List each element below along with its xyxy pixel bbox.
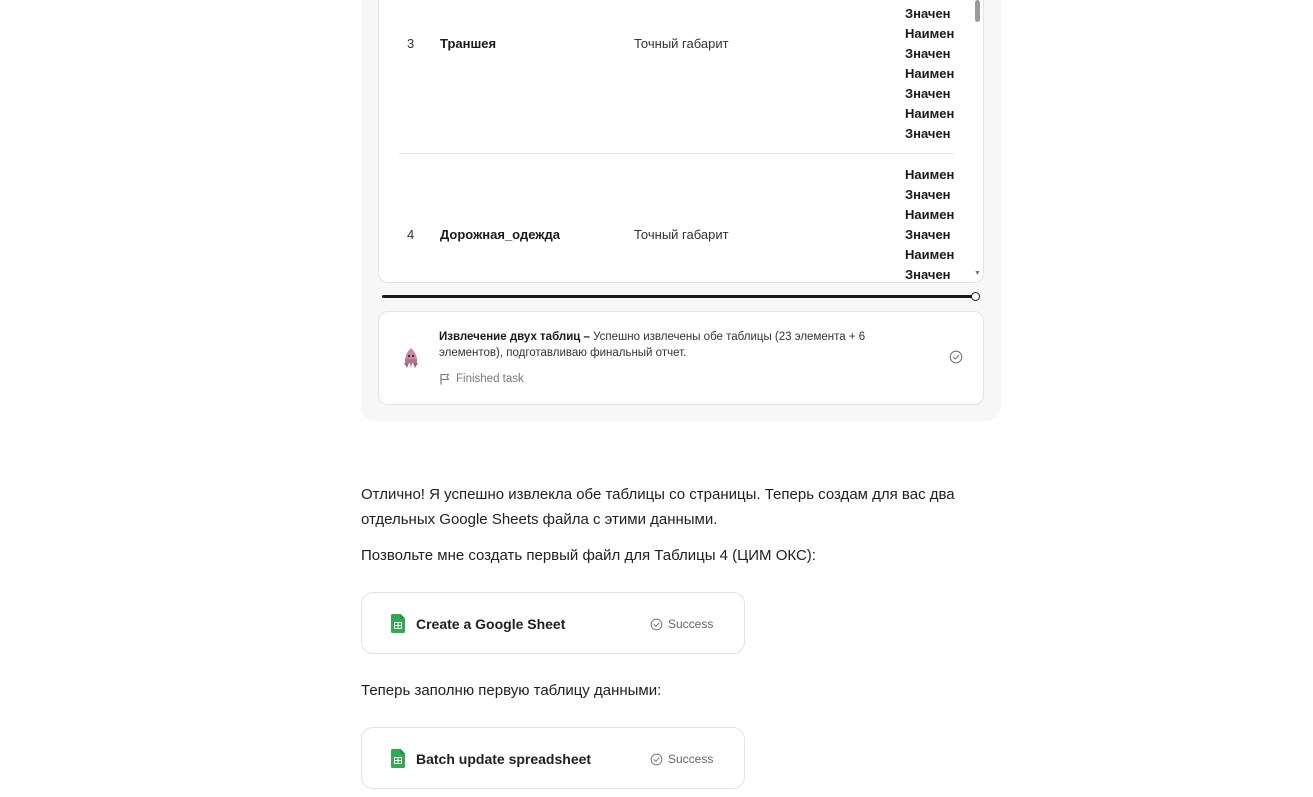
tool-call-create-sheet[interactable]: Create a Google Sheet Success [361, 592, 745, 654]
attribute-value: Наимен [905, 26, 955, 41]
attribute-value: Значен [905, 227, 951, 242]
attribute-value: Значен [905, 126, 951, 141]
status-badge: Success [650, 750, 713, 768]
step-title-separator: – [580, 331, 594, 343]
row-number: 4 [407, 227, 415, 242]
accuracy-type: Точный габарит [634, 227, 729, 242]
attribute-value: Значен [905, 267, 951, 282]
accuracy-type: Точный габарит [634, 36, 729, 51]
table-scrollbar[interactable] [970, 0, 983, 283]
attribute-value: Значен [905, 6, 951, 21]
attribute-value: Значен [905, 86, 951, 101]
tool-name: Batch update spreadsheet [416, 751, 592, 767]
attribute-value: Наимен [905, 66, 955, 81]
element-name: Траншея [440, 36, 497, 51]
row-number: 3 [407, 36, 415, 51]
attribute-value: Наимен [905, 207, 955, 222]
google-sheets-icon [391, 749, 405, 768]
attribute-value: Значен [905, 46, 951, 61]
step-title: Извлечение двух таблиц [439, 331, 581, 343]
attribute-values: Значен Наимен Значен Наимен Значен Наиме… [905, 4, 955, 144]
scroll-down-arrow-icon[interactable]: ▼ [974, 269, 981, 279]
tool-call-batch-update[interactable]: Batch update spreadsheet Success [361, 727, 745, 789]
check-circle-icon [650, 618, 663, 630]
finished-task-label: Finished task [456, 373, 524, 385]
attribute-value: Наимен [905, 167, 955, 182]
agent-avatar-icon [404, 348, 418, 368]
progress-slider-track[interactable] [382, 295, 974, 298]
assistant-message: Отлично! Я успешно извлекла обе таблицы … [361, 486, 955, 528]
scrollbar-thumb[interactable] [975, 0, 980, 22]
google-sheets-icon [391, 614, 405, 633]
flag-icon [440, 373, 450, 385]
check-circle-icon [949, 350, 963, 364]
progress-slider-handle[interactable] [971, 292, 980, 301]
attribute-values: Наимен Значен Наимен Значен Наимен Значе… [905, 165, 955, 282]
check-circle-icon [650, 753, 663, 765]
attribute-value: Наимен [905, 247, 955, 262]
table-row: 3 Траншея Точный габарит Значен Наимен З… [399, 0, 954, 154]
step-description: Извлечение двух таблиц – Успешно извлече… [439, 329, 909, 361]
status-label: Success [668, 752, 714, 766]
assistant-message: Теперь заполню первую таблицу данными: [361, 682, 662, 699]
attribute-value: Наимен [905, 106, 955, 121]
table-row: 4 Дорожная_одежда Точный габарит Наимен … [399, 155, 955, 282]
task-step-card: Извлечение двух таблиц – Успешно извлече… [378, 311, 984, 405]
element-name: Дорожная_одежда [440, 227, 560, 242]
assistant-message: Позвольте мне создать первый файл для Та… [361, 547, 816, 564]
finished-task-indicator: Finished task [439, 373, 524, 385]
status-badge: Success [650, 615, 713, 633]
tool-name: Create a Google Sheet [416, 616, 566, 632]
status-label: Success [668, 617, 714, 631]
data-table: 3 Траншея Точный габарит Значен Наимен З… [378, 0, 984, 283]
attribute-value: Значен [905, 187, 951, 202]
